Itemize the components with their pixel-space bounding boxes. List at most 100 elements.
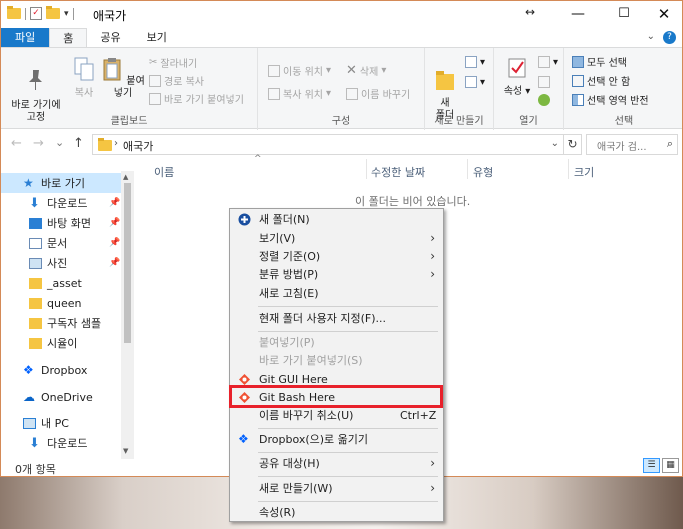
menu-item-group-by[interactable]: 분류 방법(P) › bbox=[230, 265, 443, 284]
column-name[interactable]: 이름 bbox=[154, 164, 174, 180]
navigation-scrollbar[interactable]: ▲ ▼ bbox=[121, 171, 134, 459]
select-all-button[interactable]: 모두 선택 bbox=[572, 54, 627, 69]
edit-icon bbox=[538, 76, 550, 88]
column-divider[interactable] bbox=[568, 159, 569, 179]
address-bar[interactable]: › 애국가 ⌄ bbox=[92, 134, 564, 155]
column-date-modified[interactable]: 수정한 날짜 bbox=[371, 164, 425, 180]
menu-item-share-with[interactable]: 공유 대상(H) › bbox=[230, 454, 443, 473]
new-folder-icon[interactable] bbox=[46, 6, 60, 19]
view-toggle: ☰ ▦ bbox=[643, 458, 679, 473]
nav-item-dropbox[interactable]: ❖ Dropbox bbox=[1, 360, 121, 380]
properties-check-icon[interactable]: ✓ bbox=[30, 7, 42, 20]
minimize-button[interactable]: — bbox=[555, 1, 601, 28]
open-button[interactable]: ▾ bbox=[538, 56, 558, 68]
nav-item-desktop[interactable]: 바탕 화면 📌 bbox=[1, 213, 121, 233]
invert-selection-button[interactable]: 선택 영역 반전 bbox=[572, 92, 649, 107]
chevron-down-icon: ▾ bbox=[325, 88, 332, 99]
address-row: ← → ⌄ ↑ › 애국가 ⌄ ↻ 애국가 검... ⌕ bbox=[1, 130, 682, 158]
properties-button[interactable]: 속성 ▾ bbox=[500, 56, 534, 98]
nav-item-queen[interactable]: queen bbox=[1, 293, 121, 313]
new-item-button[interactable]: ▾ bbox=[465, 56, 485, 68]
menu-item-undo-rename[interactable]: 이름 바꾸기 취소(U) Ctrl+Z bbox=[230, 406, 443, 425]
edit-button[interactable] bbox=[538, 76, 550, 88]
menu-item-properties[interactable]: 속성(R) bbox=[230, 503, 443, 522]
menu-item-refresh[interactable]: 새로 고침(E) bbox=[230, 284, 443, 303]
tab-view[interactable]: 보기 bbox=[134, 28, 180, 48]
up-button[interactable]: ↑ bbox=[73, 136, 84, 151]
breadcrumb-chevron-icon[interactable]: › bbox=[114, 138, 118, 149]
organize-group-label: 구성 bbox=[331, 116, 351, 127]
menu-item-sort-by[interactable]: 정렬 기준(O) › bbox=[230, 247, 443, 266]
paste-shortcut-button[interactable]: 바로 가기 붙여넣기 bbox=[149, 91, 244, 106]
tab-home[interactable]: 홈 bbox=[49, 28, 88, 48]
nav-item-pictures[interactable]: 사진 📌 bbox=[1, 253, 121, 273]
select-all-icon bbox=[572, 55, 584, 68]
column-divider[interactable] bbox=[366, 159, 367, 179]
refresh-button[interactable]: ↻ bbox=[564, 134, 582, 155]
menu-item-new-folder[interactable]: 새 폴더(N) bbox=[230, 210, 443, 229]
paste-button[interactable]: 붙여넣기 bbox=[101, 56, 145, 100]
history-button[interactable] bbox=[538, 94, 550, 106]
menu-item-customize-folder[interactable]: 현재 폴더 사용자 지정(F)... bbox=[230, 309, 443, 328]
large-icons-view-icon[interactable]: ▦ bbox=[662, 458, 679, 473]
column-type[interactable]: 유형 bbox=[473, 164, 493, 180]
chevron-down-icon[interactable]: ⌄ bbox=[551, 138, 559, 149]
menu-item-move-to-dropbox[interactable]: ❖ Dropbox(으)로 옮기기 bbox=[230, 430, 443, 449]
menu-label: 새로 만들기(W) bbox=[259, 482, 333, 495]
delete-button[interactable]: ✕ 삭제 ▾ bbox=[346, 63, 386, 78]
nav-item-this-pc[interactable]: 내 PC bbox=[1, 413, 121, 433]
nav-item-subscriber-sample[interactable]: 구독자 샘플 bbox=[1, 313, 121, 333]
menu-label: 현재 폴더 사용자 지정(F)... bbox=[259, 312, 386, 325]
scroll-up-icon[interactable]: ▲ bbox=[123, 173, 128, 181]
copy-to-button[interactable]: 복사 위치 ▾ bbox=[268, 86, 331, 101]
tab-share[interactable]: 공유 bbox=[87, 28, 133, 48]
details-view-icon[interactable]: ☰ bbox=[643, 458, 660, 473]
pin-icon[interactable]: 📌 bbox=[109, 238, 120, 248]
tab-file[interactable]: 파일 bbox=[1, 28, 50, 48]
pin-icon[interactable]: 📌 bbox=[109, 218, 120, 228]
copy-button[interactable]: 복사 bbox=[67, 56, 101, 100]
select-none-button[interactable]: 선택 안 함 bbox=[572, 73, 630, 88]
nav-item-documents[interactable]: 문서 📌 bbox=[1, 233, 121, 253]
address-path[interactable]: 애국가 bbox=[123, 138, 153, 154]
nav-item-siyul[interactable]: 시율이 bbox=[1, 333, 121, 353]
column-size[interactable]: 크기 bbox=[574, 164, 594, 180]
easy-access-button[interactable]: ▾ bbox=[465, 76, 485, 88]
scroll-down-icon[interactable]: ▼ bbox=[123, 447, 128, 455]
rename-button[interactable]: 이름 바꾸기 bbox=[346, 86, 410, 101]
column-divider[interactable] bbox=[467, 159, 468, 179]
star-icon: ★ bbox=[23, 175, 34, 190]
nav-item-downloads[interactable]: ⬇ 다운로드 📌 bbox=[1, 193, 121, 213]
search-icon: ⌕ bbox=[666, 137, 673, 150]
pin-icon[interactable]: 📌 bbox=[109, 198, 120, 208]
back-button[interactable]: ← bbox=[11, 136, 22, 151]
chevron-down-icon[interactable]: ⌄ bbox=[647, 31, 655, 44]
recent-locations-button[interactable]: ⌄ bbox=[55, 136, 64, 149]
nav-label: 구독자 샘플 bbox=[47, 317, 102, 330]
folder-icon bbox=[7, 6, 21, 19]
search-input[interactable]: 애국가 검... ⌕ bbox=[586, 134, 678, 155]
menu-item-paste-shortcut: 바로 가기 붙여넣기(S) bbox=[230, 351, 443, 370]
scrollbar-thumb[interactable] bbox=[124, 183, 131, 343]
nav-item-pc-downloads[interactable]: ⬇ 다운로드 bbox=[1, 433, 121, 453]
close-button[interactable]: ✕ bbox=[641, 1, 682, 28]
pin-icon[interactable]: 📌 bbox=[109, 258, 120, 268]
menu-item-new[interactable]: 새로 만들기(W) › bbox=[230, 479, 443, 498]
customize-toolbar-dropdown-icon[interactable]: ▾ bbox=[64, 9, 69, 19]
submenu-arrow-icon: › bbox=[430, 267, 435, 281]
nav-item-quick-access[interactable]: ★ 바로 가기 bbox=[1, 173, 121, 193]
menu-item-view[interactable]: 보기(V) › bbox=[230, 229, 443, 248]
dropbox-icon: ❖ bbox=[238, 432, 249, 446]
nav-label: _asset bbox=[47, 276, 82, 290]
history-icon bbox=[538, 94, 550, 106]
cut-button[interactable]: ✂ 잘라내기 bbox=[149, 55, 197, 70]
copy-path-button[interactable]: 경로 복사 bbox=[149, 73, 204, 88]
nav-item-onedrive[interactable]: ☁ OneDrive bbox=[1, 387, 121, 407]
select-none-icon bbox=[572, 74, 584, 87]
forward-button[interactable]: → bbox=[33, 136, 44, 151]
toolbar-divider bbox=[72, 7, 74, 20]
help-icon[interactable]: ? bbox=[663, 31, 676, 44]
nav-item-asset[interactable]: _asset bbox=[1, 273, 121, 293]
window-title: 애국가 bbox=[93, 9, 127, 23]
move-to-button[interactable]: 이동 위치 ▾ bbox=[268, 63, 331, 78]
